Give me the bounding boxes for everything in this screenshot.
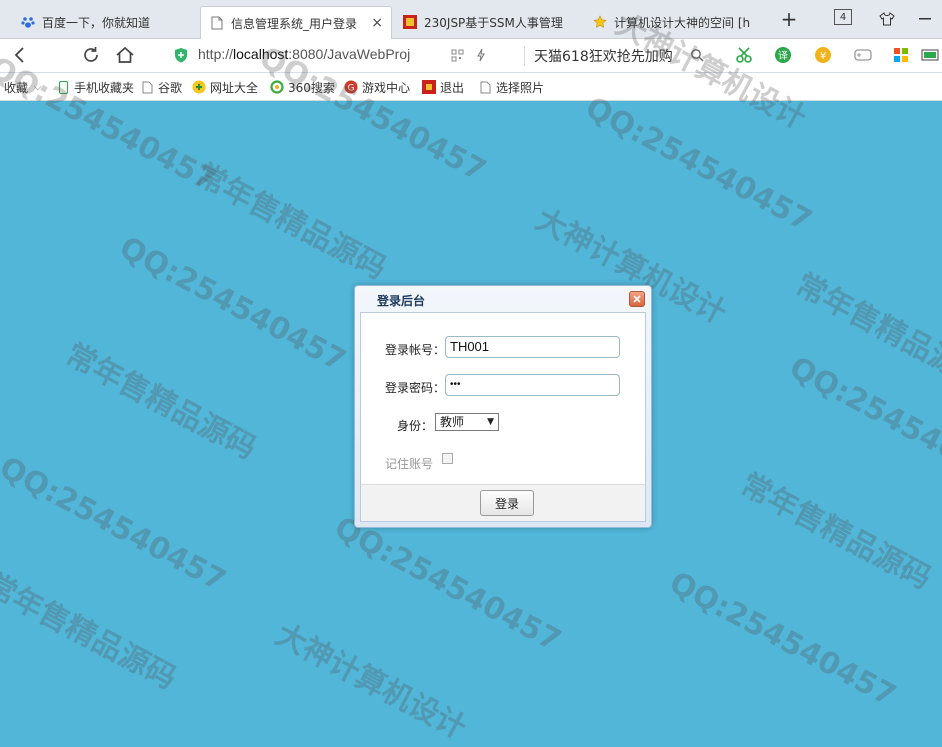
skin-icon[interactable]: [876, 6, 898, 32]
account-input[interactable]: TH001: [445, 336, 620, 358]
bookmark-google[interactable]: 谷歌: [140, 78, 182, 96]
password-input[interactable]: •••: [445, 374, 620, 396]
search-suggestion[interactable]: 天猫618狂欢抢先加购: [534, 46, 673, 66]
translate-icon[interactable]: 译: [772, 44, 794, 66]
page-icon: [140, 80, 154, 94]
scissors-icon[interactable]: [734, 44, 756, 66]
phone-icon: [56, 80, 70, 94]
address-bar: http://localhost:8080/JavaWebProj 天猫618狂…: [0, 39, 942, 73]
watermark-text: QQ:254540457: [0, 450, 232, 599]
close-icon[interactable]: [629, 291, 645, 307]
search-360-icon: [270, 80, 284, 94]
watermark-text: QQ:254540457: [579, 90, 818, 239]
dialog-body: 登录帐号： TH001 登录密码： ••• 身份： 教师 ▼ 记住账号 登录: [360, 312, 646, 522]
tab-label: 百度一下，你就知道: [42, 15, 151, 30]
bookmark-exit[interactable]: 退出: [422, 78, 464, 96]
password-label: 登录密码：: [385, 381, 446, 395]
role-label: 身份：: [397, 419, 434, 433]
battery-icon[interactable]: [920, 44, 942, 66]
bookmark-label: 网址大全: [210, 80, 259, 95]
account-label: 登录帐号：: [385, 343, 446, 357]
paw-icon: [20, 14, 36, 30]
game-controller-icon[interactable]: [852, 44, 874, 66]
search-icon[interactable]: [686, 44, 708, 66]
login-button[interactable]: 登录: [480, 490, 534, 516]
lightning-icon[interactable]: [470, 44, 492, 66]
dialog-title: 登录后台: [377, 294, 426, 308]
page-icon: [209, 15, 225, 31]
login-dialog: 登录后台 登录帐号： TH001 登录密码： ••• 身份： 教师 ▼ 记住账号…: [354, 285, 652, 528]
watermark-text: 常年售精品源码: [0, 567, 182, 697]
globe-icon: [192, 80, 206, 94]
bookmark-games[interactable]: G 游戏中心: [344, 78, 410, 96]
tab-label: 计算机设计大神的空间 [h: [614, 15, 751, 30]
bookmark-label: 手机收藏夹: [74, 80, 135, 95]
favicon-red-icon: [402, 14, 418, 30]
url-field[interactable]: http://localhost:8080/JavaWebProj: [198, 46, 410, 62]
url-rest: :8080/JavaWebProj: [288, 46, 411, 62]
tab-label: 230JSP基于SSM人事管理: [424, 15, 563, 30]
minimize-icon[interactable]: [914, 6, 936, 32]
bookmark-label: 游戏中心: [362, 80, 411, 95]
watermark-text: QQ:254540457: [113, 230, 352, 379]
bookmark-label: 退出: [440, 80, 465, 95]
home-icon[interactable]: [114, 44, 136, 66]
bookmarks-bar: 收藏 ⌵ 手机收藏夹 谷歌 网址大全 360搜索 G 游戏中心 退出 选择照片: [0, 73, 942, 101]
role-selected-value: 教师: [440, 415, 465, 429]
bookmark-label: 谷歌: [158, 80, 183, 95]
bookmark-label: 选择照片: [496, 80, 545, 95]
chevron-down-icon: ⌵: [34, 81, 42, 93]
bookmark-mobile[interactable]: 手机收藏夹: [56, 78, 134, 96]
tab-baidu[interactable]: 百度一下，你就知道: [12, 6, 198, 38]
watermark-text: 常年售精品源码: [789, 267, 942, 397]
watermark-text: QQ:254540457: [663, 565, 902, 714]
back-icon[interactable]: [8, 44, 30, 66]
tab-ssm[interactable]: 230JSP基于SSM人事管理: [394, 6, 580, 38]
url-host: localhost: [233, 46, 289, 62]
exit-icon: [422, 80, 436, 94]
tab-label: 信息管理系统_用户登录: [231, 16, 358, 31]
game-icon: G: [344, 80, 358, 94]
watermark-text: QQ:254540457: [328, 510, 567, 659]
divider: [524, 46, 525, 66]
watermark-text: 常年售精品源码: [734, 467, 937, 597]
qrcode-icon[interactable]: [446, 44, 468, 66]
tab-strip: 百度一下，你就知道 信息管理系统_用户登录 × 230JSP基于SSM人事管理 …: [0, 0, 942, 39]
role-select[interactable]: 教师 ▼: [435, 413, 499, 431]
watermark-text: 大神计算机设计: [269, 617, 472, 747]
bookmark-label: 360搜索: [288, 80, 335, 95]
bookmark-hao123[interactable]: 网址大全: [192, 78, 258, 96]
svg-text:G: G: [348, 84, 355, 94]
tab-space[interactable]: 计算机设计大神的空间 [h: [584, 6, 770, 38]
watermark-text: 常年售精品源码: [189, 157, 392, 287]
remember-label: 记住账号: [385, 457, 434, 471]
svg-text:¥: ¥: [820, 51, 826, 62]
bookmark-360-search[interactable]: 360搜索: [270, 78, 335, 96]
url-prefix: http://: [198, 46, 234, 62]
watermark-text: QQ:254540457: [783, 350, 942, 499]
watermark-text: 常年售精品源码: [59, 337, 262, 467]
coupon-icon[interactable]: ¥: [812, 44, 834, 66]
page-icon: [478, 80, 492, 94]
security-shield-icon[interactable]: [170, 44, 192, 66]
svg-text:译: 译: [778, 50, 788, 62]
bookmark-choose-photo[interactable]: 选择照片: [478, 78, 544, 96]
bookmark-favorites[interactable]: 收藏 ⌵: [4, 78, 42, 96]
star-icon: [592, 14, 608, 30]
apps-grid-icon[interactable]: [890, 44, 912, 66]
remember-checkbox[interactable]: [442, 453, 453, 464]
close-tab-icon[interactable]: ×: [371, 15, 383, 31]
bookmark-label: 收藏: [4, 80, 29, 95]
tab-login[interactable]: 信息管理系统_用户登录 ×: [200, 6, 392, 39]
dialog-footer: 登录: [361, 484, 645, 521]
tab-count-badge[interactable]: 4: [834, 9, 852, 25]
dropdown-arrow-icon: ▼: [487, 417, 494, 427]
new-tab-button[interactable]: +: [778, 6, 800, 32]
reload-icon[interactable]: [80, 44, 102, 66]
